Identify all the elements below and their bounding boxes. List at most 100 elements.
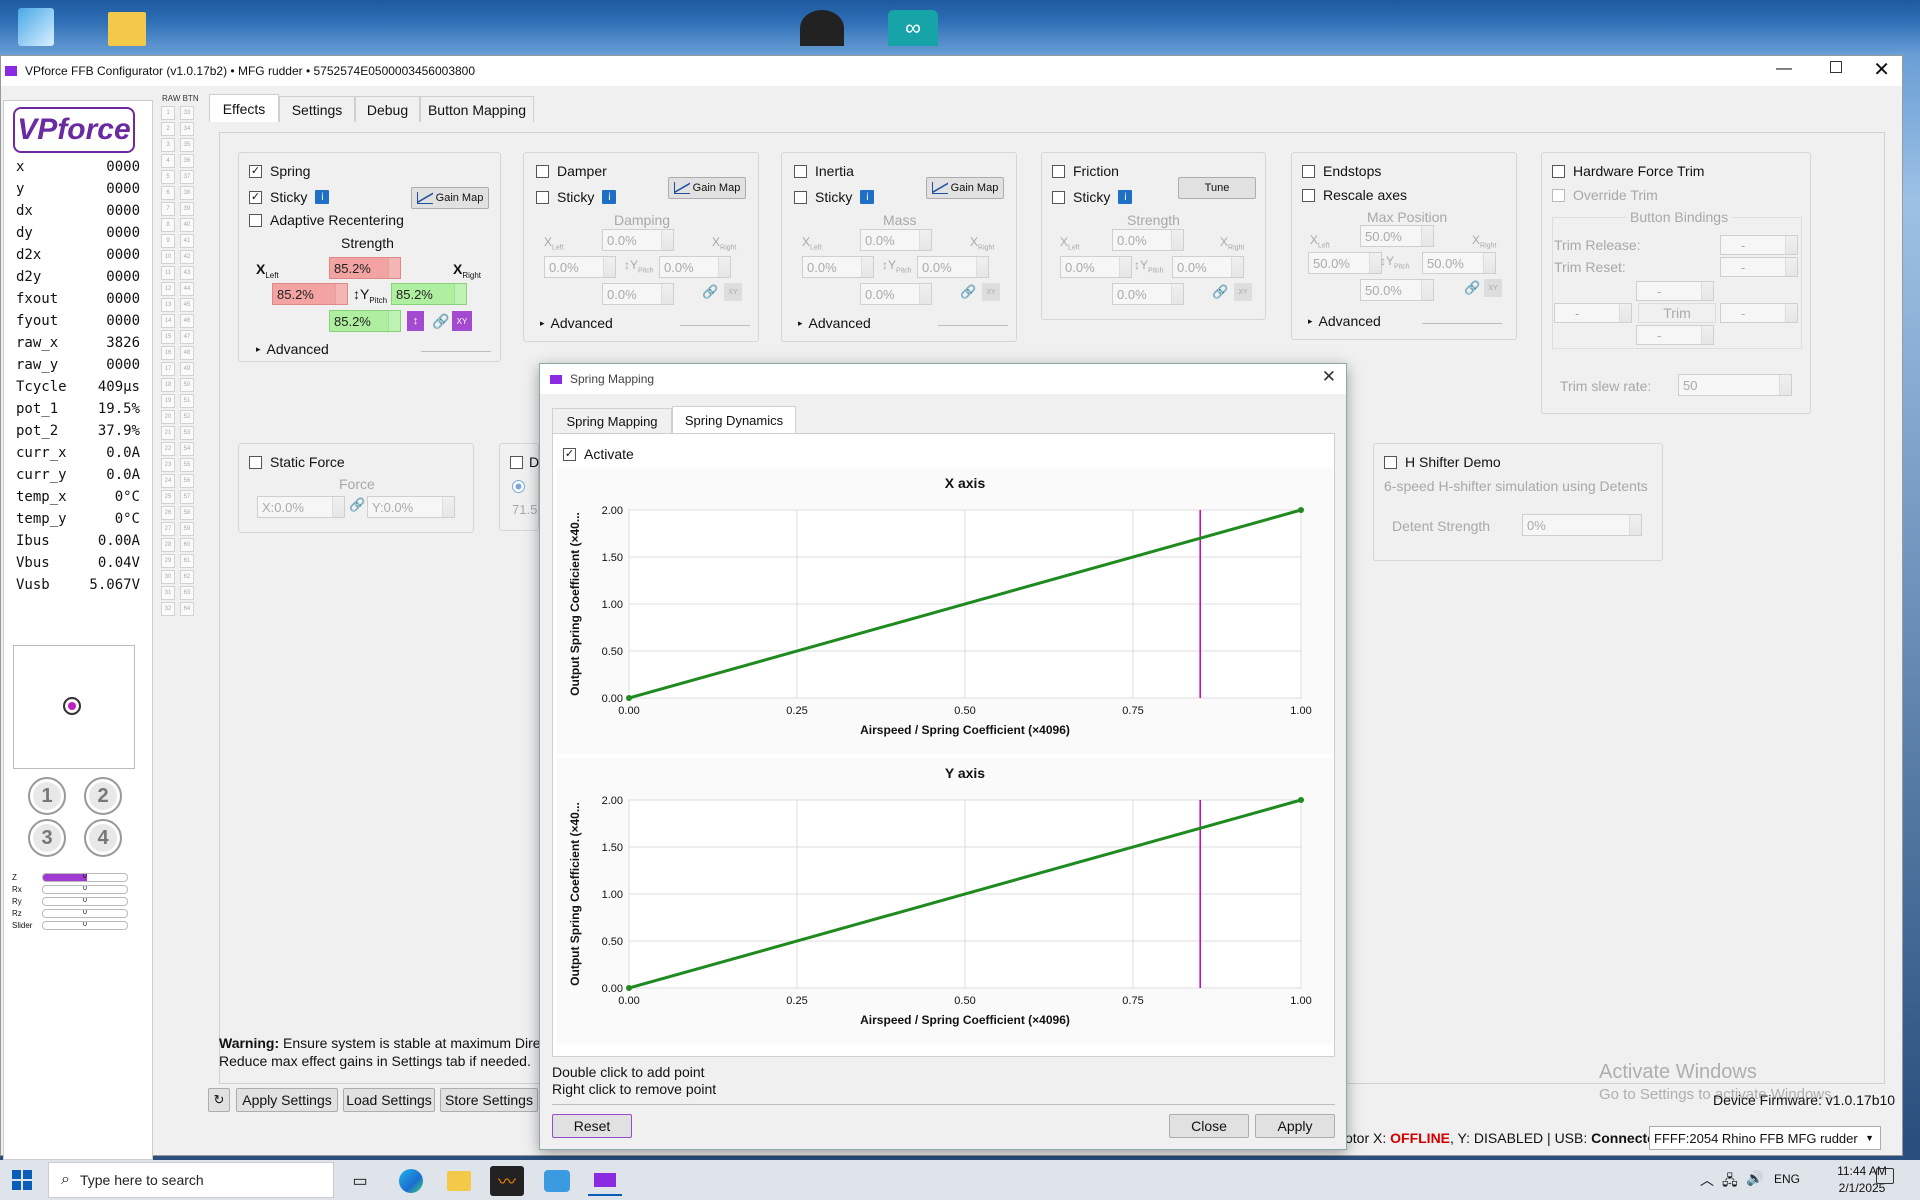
endstops-bottom-value[interactable]: 50.0% [1360,279,1434,301]
advanced-expand-icon[interactable]: ▸ [1308,316,1313,327]
data-point[interactable] [626,695,632,701]
trim-slew-rate-value[interactable]: 50 [1678,374,1792,396]
link-icon[interactable]: 🔗 [1212,284,1228,300]
inertia-info-icon[interactable]: i [860,190,875,204]
spring-gain-map-button[interactable]: Gain Map [411,187,489,209]
damper-sticky-checkbox[interactable] [536,190,549,204]
friction-checkbox[interactable] [1052,164,1065,178]
adaptive-recentering-checkbox[interactable] [249,213,262,227]
trim-center-button[interactable]: Trim [1638,303,1716,323]
damper-checkbox[interactable] [536,164,549,178]
dialog-close-icon[interactable]: ✕ [1322,367,1336,387]
endstops-xy-button[interactable]: XY [1484,279,1502,297]
rescale-axes-checkbox[interactable] [1302,188,1315,202]
activate-checkbox[interactable]: ✓ [563,447,576,461]
damper-top-value[interactable]: 0.0% [602,229,674,251]
hat-button[interactable]: 1 [28,777,66,815]
h-shifter-checkbox[interactable] [1384,455,1397,469]
inertia-left-value[interactable]: 0.0% [802,256,874,278]
tray-chevron-up-icon[interactable]: ︿ [1700,1170,1714,1190]
tab-spring-mapping[interactable]: Spring Mapping [552,408,672,434]
data-point[interactable] [1298,797,1304,803]
task-view-icon[interactable]: ▭ [343,1166,377,1196]
link-icon[interactable]: 🔗 [432,313,449,330]
tab-spring-dynamics[interactable]: Spring Dynamics [672,406,796,434]
spring-checkbox[interactable]: ✓ [249,164,262,178]
static-force-x[interactable]: X:0.0% [257,496,345,518]
data-point[interactable] [626,985,632,991]
damper-right-value[interactable]: 0.0% [659,256,731,278]
inertia-xy-button[interactable]: XY [982,283,1000,301]
friction-right-value[interactable]: 0.0% [1172,256,1244,278]
apply-button[interactable]: Apply [1255,1114,1335,1138]
detents-checkbox[interactable] [510,455,523,469]
trim-reset-binding[interactable]: - [1720,257,1798,277]
link-icon[interactable]: 🔗 [1464,280,1480,296]
advanced-expand-icon[interactable]: ▸ [540,318,545,329]
endstops-advanced-label[interactable]: Advanced [1319,313,1381,329]
spring-advanced-label[interactable]: Advanced [267,341,329,357]
spring-strength-top[interactable]: 85.2% [329,257,401,279]
minimize-icon[interactable]: — [1776,60,1792,78]
inertia-sticky-checkbox[interactable] [794,190,807,204]
friction-left-value[interactable]: 0.0% [1060,256,1132,278]
hat-button[interactable]: 4 [84,819,122,857]
desktop-icon-1[interactable] [18,8,54,46]
apply-settings-button[interactable]: Apply Settings [236,1088,338,1112]
inertia-right-value[interactable]: 0.0% [917,256,989,278]
volume-icon[interactable]: 🔊 [1746,1170,1763,1187]
x-axis-chart[interactable]: X axis 0.00 0.25 0.50 0.75 1.00 0.00 0.50 1.00 1.… [557,468,1333,754]
damper-gain-map-button[interactable]: Gain Map [668,177,746,199]
endstops-checkbox[interactable] [1302,164,1315,178]
spring-lock-button[interactable]: ↕ [407,311,424,331]
override-trim-checkbox[interactable] [1552,188,1565,202]
hat-button[interactable]: 2 [84,777,122,815]
trim-release-binding[interactable]: - [1720,235,1798,255]
tab-effects[interactable]: Effects [209,94,279,122]
data-point[interactable] [1298,507,1304,513]
reset-button[interactable]: Reset [552,1114,632,1138]
inertia-gain-map-button[interactable]: Gain Map [926,177,1004,199]
maximize-icon[interactable] [1830,61,1842,73]
friction-xy-button[interactable]: XY [1234,283,1252,301]
desktop-app-icon-2[interactable] [800,10,844,46]
y-axis-chart[interactable]: Y axis 0.00 0.25 0.50 0.75 1.00 0.00 0.50 1.00 1.… [557,758,1333,1044]
endstops-left-value[interactable]: 50.0% [1308,252,1382,274]
taskbar-app-icon[interactable]: 〰 [490,1166,524,1196]
spring-strength-bottom[interactable]: 85.2% [329,310,401,332]
spring-xy-button[interactable]: XY [452,311,472,331]
desktop-folder-icon[interactable] [108,12,146,46]
spring-sticky-checkbox[interactable]: ✓ [249,190,262,204]
edge-icon[interactable] [394,1166,428,1196]
friction-top-value[interactable]: 0.0% [1112,229,1184,251]
trim-left-binding[interactable]: - [1554,303,1632,323]
tab-button-mapping[interactable]: Button Mapping [420,96,534,122]
inertia-top-value[interactable]: 0.0% [860,229,932,251]
vpforce-taskbar-icon[interactable] [588,1166,622,1196]
link-icon[interactable]: 🔗 [349,497,365,513]
friction-info-icon[interactable]: i [1118,190,1133,204]
store-settings-button[interactable]: Store Settings [440,1088,538,1112]
load-settings-button[interactable]: Load Settings [343,1088,435,1112]
advanced-expand-icon[interactable]: ▸ [256,344,261,355]
tab-debug[interactable]: Debug [355,96,420,122]
close-button[interactable]: Close [1169,1114,1249,1138]
damper-advanced-label[interactable]: Advanced [551,315,613,331]
spring-strength-right[interactable]: 85.2% [391,283,467,305]
damper-bottom-value[interactable]: 0.0% [602,283,674,305]
spring-info-icon[interactable]: i [315,190,330,204]
start-icon[interactable] [12,1170,32,1190]
friction-bottom-value[interactable]: 0.0% [1112,283,1184,305]
detent-strength-value[interactable]: 0% [1522,514,1642,536]
device-select[interactable]: FFFF:2054 Rhino FFB MFG rudder ▼ [1649,1126,1881,1150]
trim-down-binding[interactable]: - [1636,325,1714,345]
damper-info-icon[interactable]: i [602,190,617,204]
network-icon[interactable]: 🖧 [1722,1170,1738,1194]
taskbar-search[interactable]: ⌕ Type here to search [48,1162,334,1198]
taskbar-app-icon-2[interactable] [540,1166,574,1196]
close-icon[interactable]: ✕ [1873,57,1890,82]
language-indicator[interactable]: ENG [1774,1172,1800,1186]
link-icon[interactable]: 🔗 [702,284,718,300]
trim-right-binding[interactable]: - [1720,303,1798,323]
hardware-force-trim-checkbox[interactable] [1552,164,1565,178]
